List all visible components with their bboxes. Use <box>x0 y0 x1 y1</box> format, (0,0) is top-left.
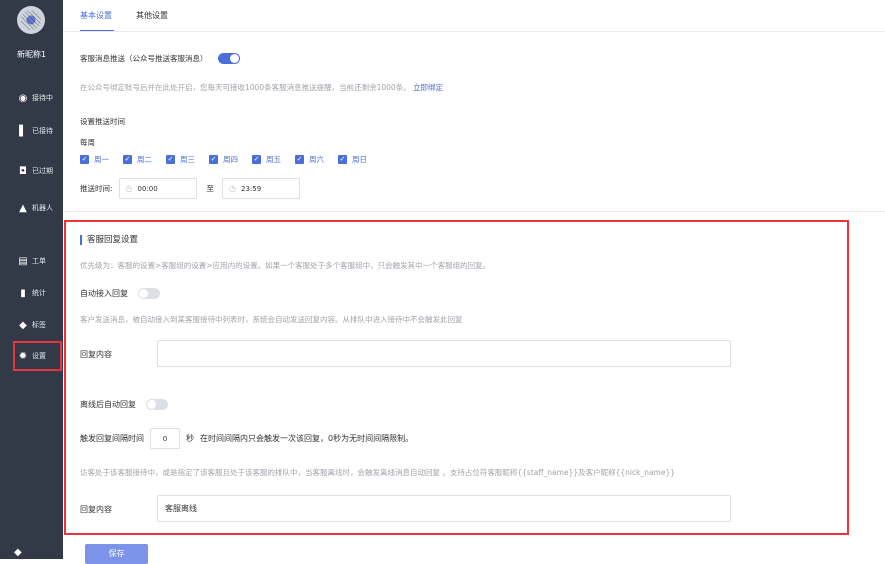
auto-join-row: 自动接入回复 <box>80 288 160 299</box>
weekday-checkboxes: ✓ 周一 ✓ 周二 ✓ 周三 ✓ 周四 ✓ 周五 ✓ 周六 ✓ 周日 <box>80 154 367 165</box>
offline-toggle[interactable] <box>146 399 168 410</box>
sidebar-item-stats[interactable]: ▮ 统计 <box>0 281 63 305</box>
day-checkbox-thu[interactable]: ✓ 周四 <box>209 154 238 165</box>
tag-icon: ◆ <box>19 319 27 331</box>
check-icon: ✓ <box>123 155 132 164</box>
push-time-row: 推送时间: ◷ 00:00 至 ◷ 23:59 <box>80 178 301 199</box>
sidebar-item-served[interactable]: ▌ 已接待 <box>0 119 63 143</box>
push-row: 客服消息推送（公众号推送客服消息） <box>80 53 240 64</box>
push-time-label: 推送时间: <box>80 184 113 193</box>
time-to-value: 23:59 <box>241 184 262 193</box>
sidebar-item-robot[interactable]: ▲ 机器人 <box>0 196 63 220</box>
auto-join-note: 客户发送消息，被自动接入到某客服接待中列表时，系统会自动发送回复内容。从排队中进… <box>80 315 463 324</box>
clock-icon: ◷ <box>229 184 237 193</box>
priority-note: 优先级为：客服的设置>客服组的设置>应用内的设置。如果一个客服处于多个客服组中，… <box>80 261 491 270</box>
interval-row: 触发回复间隔时间 0 秒 在时间间隔内只会触发一次该回复，0秒为无时间间隔限制。 <box>80 428 413 449</box>
clock-icon: ◘ <box>19 165 27 177</box>
sidebar: 新昵称1 ◉ 接待中 ▌ 已接待 ◘ 已过期 ▲ 机器人 ▤ 工单 ▮ 统计 ◆… <box>0 0 63 559</box>
time-from-value: 00:00 <box>137 184 158 193</box>
offline-row: 离线后自动回复 <box>80 399 168 410</box>
sidebar-item-label: 标签 <box>32 321 46 329</box>
sidebar-item-label: 机器人 <box>32 204 53 212</box>
bind-now-link[interactable]: 立即绑定 <box>413 83 443 92</box>
time-from-picker[interactable]: ◷ 00:00 <box>118 178 197 199</box>
auto-join-label: 自动接入回复 <box>80 289 128 298</box>
push-toggle[interactable] <box>217 53 240 64</box>
sidebar-item-label: 设置 <box>32 352 46 360</box>
offline-note: 访客处于该客服接待中，或是指定了该客服且处于该客服的排队中，当客服离线时，会触发… <box>80 468 676 477</box>
content-label: 回复内容 <box>80 350 112 359</box>
ticket-icon: ▤ <box>18 255 28 267</box>
bar-chart-icon: ▮ <box>20 287 26 299</box>
offline-content-input[interactable]: 客服离线 <box>157 495 731 522</box>
offline-label: 离线后自动回复 <box>80 400 136 409</box>
save-button[interactable]: 保存 <box>85 544 148 564</box>
thumb-icon: ▌ <box>19 125 27 137</box>
interval-unit: 秒 <box>186 434 194 443</box>
robot-icon: ▲ <box>19 202 27 214</box>
day-label: 周三 <box>180 155 195 164</box>
main-content: 基本设置 其他设置 客服消息推送（公众号推送客服消息） 在公众号绑定账号后并在此… <box>63 0 885 564</box>
schedule-title: 设置推送时间 <box>80 117 125 126</box>
section-title: 客服回复设置 <box>80 235 138 245</box>
sidebar-item-expired[interactable]: ◘ 已过期 <box>0 159 63 183</box>
day-label: 周一 <box>94 155 109 164</box>
day-checkbox-fri[interactable]: ✓ 周五 <box>252 154 281 165</box>
clock-icon: ◷ <box>125 184 133 193</box>
sidebar-item-ticket[interactable]: ▤ 工单 <box>0 249 63 273</box>
sidebar-item-tags[interactable]: ◆ 标签 <box>0 313 63 337</box>
check-icon: ✓ <box>252 155 261 164</box>
sidebar-item-settings[interactable]: ✹ 设置 <box>13 341 62 371</box>
day-checkbox-sat[interactable]: ✓ 周六 <box>295 154 324 165</box>
interval-label: 触发回复间隔时间 <box>80 434 144 443</box>
day-label: 周四 <box>223 155 238 164</box>
push-description-text: 在公众号绑定账号后并在此处开启，您每天可接收1000条客服消息推送提醒，当前还剩… <box>80 83 411 92</box>
eye-icon: ◉ <box>18 92 28 104</box>
check-icon: ✓ <box>80 155 89 164</box>
repeat-label: 每周 <box>80 138 95 147</box>
offline-content-label: 回复内容 <box>80 505 112 514</box>
day-label: 周日 <box>352 155 367 164</box>
gear-icon: ✹ <box>18 350 28 362</box>
time-to-picker[interactable]: ◷ 23:59 <box>222 178 301 199</box>
day-checkbox-tue[interactable]: ✓ 周二 <box>123 154 152 165</box>
section-divider <box>63 211 885 212</box>
check-icon: ✓ <box>295 155 304 164</box>
sidebar-item-label: 工单 <box>32 257 46 265</box>
day-label: 周二 <box>137 155 152 164</box>
push-label: 客服消息推送（公众号推送客服消息） <box>80 54 208 63</box>
auto-join-toggle[interactable] <box>138 288 160 299</box>
check-icon: ✓ <box>166 155 175 164</box>
avatar[interactable] <box>17 6 45 34</box>
day-checkbox-mon[interactable]: ✓ 周一 <box>80 154 109 165</box>
reply-content-input[interactable] <box>157 340 731 367</box>
user-nickname: 新昵称1 <box>16 50 47 59</box>
time-separator: 至 <box>206 184 215 193</box>
check-icon: ✓ <box>338 155 347 164</box>
day-label: 周六 <box>309 155 324 164</box>
tab-divider <box>63 31 885 32</box>
push-description: 在公众号绑定账号后并在此处开启，您每天可接收1000条客服消息推送提醒，当前还剩… <box>80 82 443 93</box>
tab-bar: 基本设置 其他设置 <box>80 10 168 31</box>
sidebar-item-label: 统计 <box>32 289 46 297</box>
collapse-icon[interactable]: ◆ <box>14 547 22 558</box>
day-checkbox-sun[interactable]: ✓ 周日 <box>338 154 367 165</box>
check-icon: ✓ <box>209 155 218 164</box>
sidebar-item-label: 接待中 <box>32 94 53 102</box>
sidebar-item-serving[interactable]: ◉ 接待中 <box>0 86 63 110</box>
day-checkbox-wed[interactable]: ✓ 周三 <box>166 154 195 165</box>
interval-input[interactable]: 0 <box>150 428 180 449</box>
day-label: 周五 <box>266 155 281 164</box>
tab-basic-settings[interactable]: 基本设置 <box>80 10 112 31</box>
tab-other-settings[interactable]: 其他设置 <box>136 10 168 31</box>
reply-settings-section: 客服回复设置 优先级为：客服的设置>客服组的设置>应用内的设置。如果一个客服处于… <box>64 220 849 535</box>
interval-note: 在时间间隔内只会触发一次该回复，0秒为无时间间隔限制。 <box>200 434 414 443</box>
sidebar-item-label: 已过期 <box>32 167 53 175</box>
sidebar-item-label: 已接待 <box>32 127 53 135</box>
